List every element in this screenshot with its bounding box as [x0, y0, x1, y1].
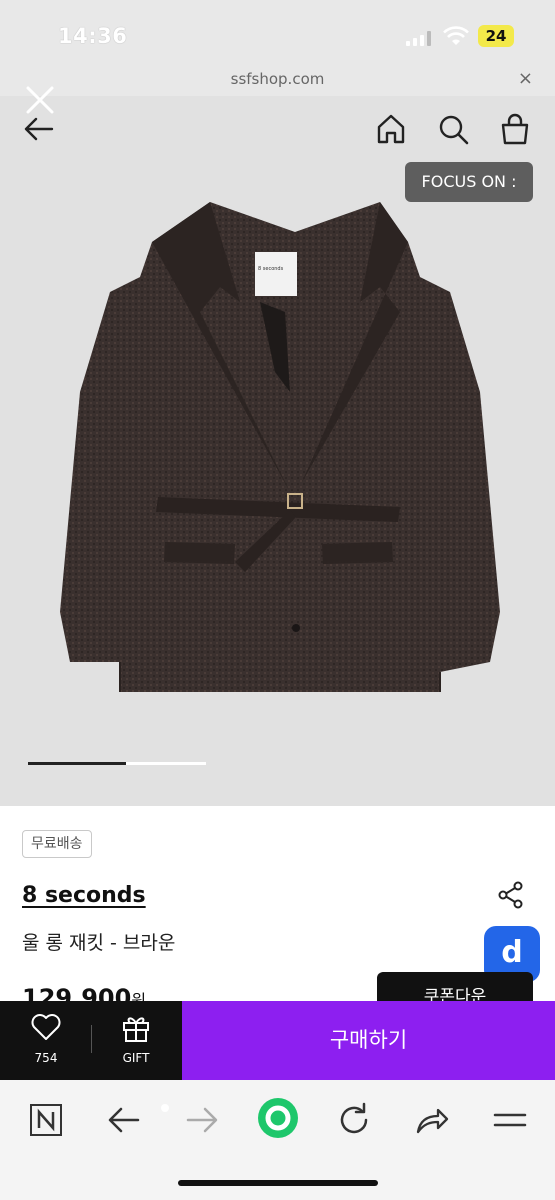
url-close-icon[interactable]: ×	[518, 68, 533, 89]
action-divider	[91, 1025, 92, 1053]
jacket-image: 8 seconds	[60, 202, 500, 692]
buy-now-button[interactable]: 구매하기	[182, 1001, 555, 1080]
url-bar[interactable]: ssfshop.com ×	[0, 68, 555, 96]
brand-link[interactable]: 8 seconds	[22, 883, 146, 908]
battery-indicator: 24	[478, 25, 514, 47]
product-name: 울 롱 재킷 - 브라운	[22, 932, 176, 954]
action-bar-left: 754 GIFT	[0, 1001, 182, 1080]
home-icon[interactable]	[374, 112, 408, 146]
browser-share-icon[interactable]	[412, 1100, 452, 1140]
purchase-action-bar: 754 GIFT 구매하기	[0, 1001, 555, 1080]
status-bar: 14:36 24	[0, 0, 555, 68]
browser-forward-icon[interactable]	[182, 1100, 222, 1140]
heart-icon	[31, 1014, 61, 1040]
url-text[interactable]: ssfshop.com	[0, 70, 555, 88]
share-icon[interactable]	[496, 880, 526, 910]
home-indicator	[178, 1180, 378, 1186]
gift-button[interactable]: GIFT	[106, 1013, 166, 1073]
gift-label: GIFT	[122, 1051, 150, 1065]
like-button[interactable]: 754	[16, 1013, 76, 1073]
free-shipping-badge: 무료배송	[22, 830, 92, 858]
product-info: 무료배송 8 seconds 울 롱 재킷 - 브라운 d 129,900원 쿠…	[0, 806, 555, 1012]
status-time: 14:36	[58, 24, 128, 48]
wifi-icon	[443, 26, 469, 45]
naver-icon[interactable]	[26, 1100, 66, 1140]
menu-icon[interactable]	[490, 1100, 530, 1140]
signal-icon	[406, 31, 432, 46]
shopping-bag-icon[interactable]	[498, 112, 532, 146]
refresh-icon[interactable]	[334, 1100, 374, 1140]
product-image-area[interactable]: FOCUS ON : 8 seconds	[0, 86, 555, 806]
image-carousel-progress	[28, 762, 206, 765]
page-dot	[161, 1104, 169, 1112]
green-dot-icon[interactable]	[256, 1096, 300, 1140]
image-carousel-progress-fill	[28, 762, 126, 765]
like-count: 754	[34, 1051, 58, 1065]
browser-back-icon[interactable]	[104, 1100, 144, 1140]
product-page: 14:36 24 ssfshop.com × FOCUS ON: 8 seco…	[0, 0, 555, 1200]
jacket-tag-text: 8 seconds	[258, 266, 284, 272]
search-icon[interactable]	[436, 112, 470, 146]
back-arrow-icon[interactable]	[22, 112, 56, 146]
gift-icon	[123, 1017, 149, 1042]
